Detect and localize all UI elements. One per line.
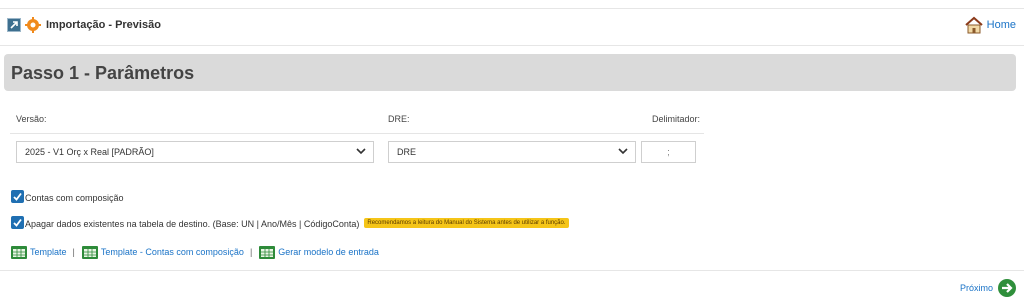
contas-composicao-checkbox[interactable]: Contas com composição <box>11 190 124 203</box>
csv-file-icon <box>81 246 98 259</box>
arrow-right-circle-icon[interactable] <box>997 278 1017 298</box>
chevron-down-icon <box>356 148 366 155</box>
footer-divider <box>0 270 1024 271</box>
home-icon <box>964 16 983 34</box>
contas-composicao-label: Contas com composição <box>25 193 124 203</box>
delimitador-label: Delimitador: <box>651 114 700 124</box>
versao-label: Versão: <box>16 114 47 124</box>
dre-value: DRE <box>397 147 417 157</box>
manual-warning-badge: Recomendamos a leitura do Manual do Sist… <box>364 218 569 228</box>
template-link-label[interactable]: Template <box>30 247 67 257</box>
page-title: Importação - Previsão <box>46 19 161 31</box>
dre-label: DRE: <box>388 114 410 124</box>
versao-select[interactable]: 2025 - V1 Orç x Real [PADRÃO] <box>16 141 374 163</box>
versao-value: 2025 - V1 Orç x Real [PADRÃO] <box>25 147 154 157</box>
link-separator: | <box>72 247 75 257</box>
top-bar: Importação - Previsão Home <box>0 8 1024 46</box>
delimitador-input[interactable]: ; <box>641 141 696 163</box>
chevron-down-icon <box>618 148 628 155</box>
parameters-panel: Versão: DRE: Delimitador: 2025 - V1 Orç … <box>10 104 704 163</box>
checkbox-checked-icon[interactable] <box>11 190 24 203</box>
step-header: Passo 1 - Parâmetros <box>4 54 1016 91</box>
labels-row: Versão: DRE: Delimitador: <box>10 104 704 134</box>
gerar-modelo-label[interactable]: Gerar modelo de entrada <box>278 247 379 257</box>
template-composicao-link[interactable]: Template - Contas com composição <box>81 243 244 261</box>
next-button[interactable]: Próximo <box>960 278 1017 298</box>
next-label[interactable]: Próximo <box>960 283 993 293</box>
csv-file-icon <box>259 246 276 259</box>
apagar-dados-label: Apagar dados existentes na tabela de des… <box>25 219 360 229</box>
home-link[interactable]: Home <box>964 16 1016 34</box>
back-arrow-icon[interactable] <box>7 18 21 32</box>
gerar-modelo-link[interactable]: Gerar modelo de entrada <box>258 243 379 261</box>
apagar-dados-checkbox[interactable]: Apagar dados existentes na tabela de des… <box>11 216 569 229</box>
csv-file-icon <box>11 246 27 259</box>
template-link[interactable]: Template <box>10 243 67 261</box>
link-separator: | <box>249 247 253 257</box>
step-title: Passo 1 - Parâmetros <box>11 63 195 83</box>
checkbox-checked-icon[interactable] <box>11 216 24 229</box>
home-label[interactable]: Home <box>987 19 1016 31</box>
gear-icon <box>25 17 41 33</box>
template-composicao-label[interactable]: Template - Contas com composição <box>101 247 244 257</box>
template-links: Template | Template - Contas com composi… <box>10 243 379 261</box>
dre-select[interactable]: DRE <box>388 141 636 163</box>
